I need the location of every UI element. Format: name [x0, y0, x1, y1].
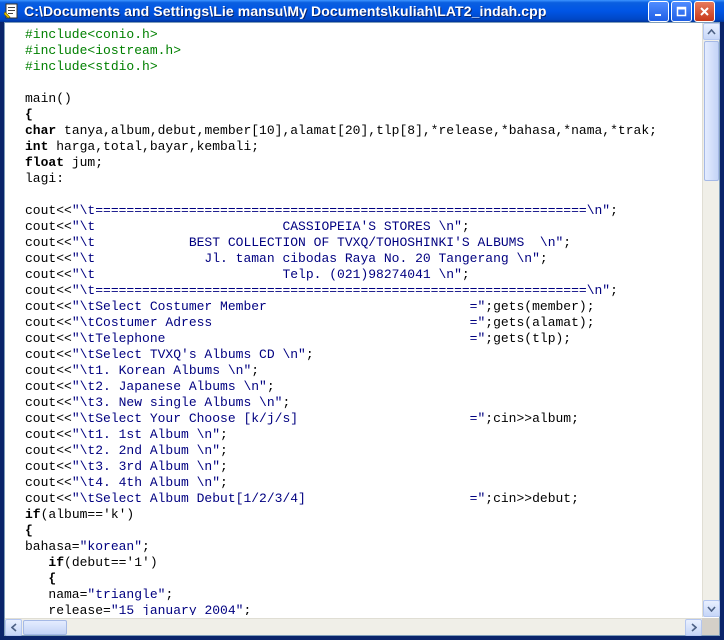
title-bar[interactable]: C:\Documents and Settings\Lie mansu\My D… [0, 0, 724, 22]
code-line[interactable]: cout<<"\t2. Japanese Albums \n"; [25, 379, 703, 395]
editor-client-area: #include<conio.h> #include<iostream.h> #in… [4, 22, 720, 636]
scroll-left-button[interactable] [5, 619, 22, 636]
code-line[interactable]: cout<<"\t BEST COLLECTION OF TVXQ/TOHOSH… [25, 235, 703, 251]
scroll-down-button[interactable] [703, 600, 720, 617]
code-line[interactable]: cout<<"\tSelect TVXQ's Albums CD \n"; [25, 347, 703, 363]
vertical-scroll-thumb[interactable] [704, 41, 719, 181]
code-line[interactable]: release="15 january 2004"; [25, 603, 703, 615]
code-line[interactable]: if(debut=='1') [25, 555, 703, 571]
maximize-button[interactable] [671, 1, 692, 22]
code-line[interactable]: bahasa="korean"; [25, 539, 703, 555]
minimize-icon [655, 14, 661, 16]
code-line[interactable]: #include<conio.h> [25, 27, 703, 43]
code-line[interactable] [25, 187, 703, 203]
code-line[interactable]: cout<<"\t===============================… [25, 203, 703, 219]
code-line[interactable]: { [25, 107, 703, 123]
scrollbar-corner [702, 618, 719, 635]
scroll-up-arrow-icon [707, 28, 716, 35]
editor-window: C:\Documents and Settings\Lie mansu\My D… [0, 0, 724, 640]
code-line[interactable]: cout<<"\t Telp. (021)98274041 \n"; [25, 267, 703, 283]
code-line[interactable]: main() [25, 91, 703, 107]
code-line[interactable]: cout<<"\tCostumer Adress =";gets(alamat)… [25, 315, 703, 331]
code-line[interactable]: cout<<"\t3. New single Albums \n"; [25, 395, 703, 411]
code-line[interactable]: cout<<"\tSelect Costumer Member =";gets(… [25, 299, 703, 315]
vertical-scrollbar[interactable] [702, 23, 720, 617]
scroll-right-arrow-icon [690, 623, 697, 632]
code-line[interactable]: cout<<"\t Jl. taman cibodas Raya No. 20 … [25, 251, 703, 267]
code-line[interactable]: cout<<"\tTelephone =";gets(tlp); [25, 331, 703, 347]
scroll-down-arrow-icon [707, 605, 716, 612]
maximize-icon [676, 6, 687, 17]
close-icon [700, 7, 709, 16]
code-line[interactable] [25, 75, 703, 91]
code-line[interactable]: cout<<"\tSelect Your Choose [k/j/s] =";c… [25, 411, 703, 427]
horizontal-scrollbar[interactable] [5, 618, 703, 636]
code-line[interactable]: char tanya,album,debut,member[10],alamat… [25, 123, 703, 139]
code-line[interactable]: if(album=='k') [25, 507, 703, 523]
code-line[interactable]: { [25, 523, 703, 539]
cpp-file-icon [3, 3, 20, 19]
code-line[interactable]: { [25, 571, 703, 587]
code-line[interactable]: cout<<"\t1. 1st Album \n"; [25, 427, 703, 443]
code-line[interactable]: int harga,total,bayar,kembali; [25, 139, 703, 155]
scroll-right-button[interactable] [685, 619, 702, 636]
horizontal-scroll-thumb[interactable] [23, 620, 67, 635]
code-line[interactable]: cout<<"\t===============================… [25, 283, 703, 299]
code-line[interactable]: nama="triangle"; [25, 587, 703, 603]
code-line[interactable]: #include<stdio.h> [25, 59, 703, 75]
window-title: C:\Documents and Settings\Lie mansu\My D… [24, 3, 547, 19]
code-line[interactable]: #include<iostream.h> [25, 43, 703, 59]
close-button[interactable] [694, 1, 715, 22]
code-line[interactable]: cout<<"\t4. 4th Album \n"; [25, 475, 703, 491]
code-text-area[interactable]: #include<conio.h> #include<iostream.h> #in… [25, 27, 703, 615]
line-gutter [5, 23, 25, 617]
code-line[interactable]: cout<<"\tSelect Album Debut[1/2/3/4] =";… [25, 491, 703, 507]
code-line[interactable]: float jum; [25, 155, 703, 171]
code-line[interactable]: cout<<"\t3. 3rd Album \n"; [25, 459, 703, 475]
code-line[interactable]: lagi: [25, 171, 703, 187]
code-line[interactable]: cout<<"\t2. 2nd Album \n"; [25, 443, 703, 459]
scroll-left-arrow-icon [10, 623, 17, 632]
code-line[interactable]: cout<<"\t CASSIOPEIA'S STORES \n"; [25, 219, 703, 235]
scroll-up-button[interactable] [703, 23, 720, 40]
minimize-button[interactable] [648, 1, 669, 22]
code-line[interactable]: cout<<"\t1. Korean Albums \n"; [25, 363, 703, 379]
